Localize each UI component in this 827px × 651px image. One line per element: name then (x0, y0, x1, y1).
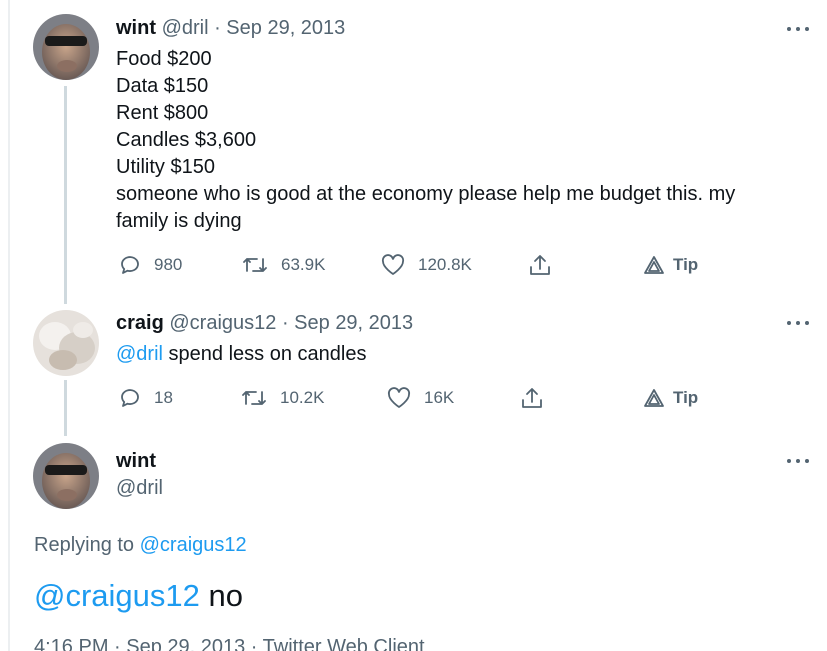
like-button[interactable]: 16K (386, 386, 454, 410)
retweet-button[interactable]: 63.9K (241, 253, 325, 277)
heart-icon (381, 254, 405, 275)
tweet-body: spend less on candles (162, 343, 367, 365)
reply-count: 18 (154, 388, 173, 407)
tweet-line: someone who is good at the economy pleas… (116, 183, 736, 205)
tip-button[interactable]: Tip (643, 255, 698, 275)
share-button[interactable] (527, 252, 553, 278)
share-button[interactable] (519, 385, 545, 411)
replying-prefix: Replying to (34, 534, 140, 556)
tweet-line: Rent $800 (116, 102, 209, 124)
handle[interactable]: @dril (116, 477, 163, 500)
more-options-button[interactable] (787, 24, 809, 34)
reply-count: 980 (154, 255, 183, 274)
tweet-header: craig @craigus12 · Sep 29, 2013 (116, 312, 413, 335)
avatar-wint[interactable] (33, 443, 99, 509)
retweet-button[interactable]: 10.2K (240, 386, 324, 410)
replying-to: Replying to @craigus12 (34, 534, 247, 557)
like-count: 16K (424, 388, 455, 407)
tweet-header: wint @dril · Sep 29, 2013 (116, 17, 345, 40)
retweet-count: 10.2K (280, 388, 325, 407)
tweet-text: @dril spend less on candles (116, 341, 366, 368)
column-border (8, 0, 10, 651)
tip-icon (644, 389, 664, 407)
more-icon (787, 27, 791, 31)
display-name[interactable]: craig (116, 312, 164, 334)
tweet-line: Candles $3,600 (116, 129, 257, 151)
tip-label: Tip (673, 388, 699, 407)
replying-to-link[interactable]: @craigus12 (140, 534, 247, 556)
tweet-thread: wint @dril · Sep 29, 2013 Food $200 Data… (0, 0, 827, 651)
tweet-body: no (199, 578, 244, 613)
display-name[interactable]: wint (116, 17, 156, 39)
tweet-line: Food $200 (116, 48, 212, 70)
retweet-icon (243, 258, 267, 272)
more-options-button[interactable] (787, 318, 809, 328)
tweet-line: Data $150 (116, 75, 209, 97)
handle-and-date[interactable]: @craigus12 · Sep 29, 2013 (169, 312, 413, 334)
mention-link[interactable]: @dril (116, 343, 163, 365)
retweet-icon (242, 391, 266, 405)
more-icon (787, 459, 791, 463)
reply-icon (121, 256, 139, 274)
reply-icon (121, 389, 139, 407)
handle-and-date[interactable]: @dril · Sep 29, 2013 (162, 17, 346, 39)
avatar-craig[interactable] (33, 310, 99, 376)
focused-tweet-text: @craigus12 no (34, 578, 243, 614)
tip-button[interactable]: Tip (643, 388, 698, 408)
thread-connector (64, 86, 67, 304)
display-name[interactable]: wint (116, 450, 156, 473)
avatar-wint[interactable] (33, 14, 99, 80)
share-icon (530, 255, 550, 275)
more-icon (787, 321, 791, 325)
tip-icon (644, 256, 664, 274)
more-options-button[interactable] (787, 456, 809, 466)
tip-label: Tip (673, 255, 699, 274)
share-icon (522, 388, 542, 408)
heart-icon (387, 387, 411, 408)
mention-link[interactable]: @craigus12 (34, 578, 200, 613)
reply-button[interactable]: 18 (118, 386, 173, 410)
thread-connector (64, 380, 67, 436)
tweet-line: Utility $150 (116, 156, 215, 178)
reply-button[interactable]: 980 (118, 253, 182, 277)
tweet-timestamp[interactable]: 4:16 PM · Sep 29, 2013 · Twitter Web Cli… (34, 636, 425, 651)
tweet-text: Food $200 Data $150 Rent $800 Candles $3… (116, 46, 735, 235)
like-count: 120.8K (418, 255, 472, 274)
like-button[interactable]: 120.8K (380, 253, 472, 277)
retweet-count: 63.9K (281, 255, 326, 274)
tweet-line: family is dying (116, 210, 242, 232)
